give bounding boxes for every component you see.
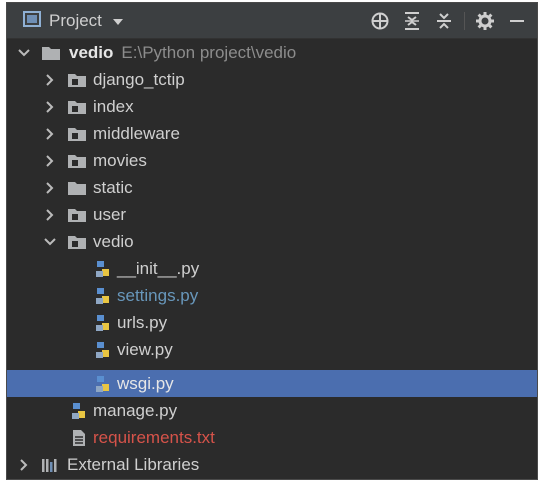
- folder-icon: [41, 43, 61, 63]
- tree-item-label: movies: [93, 150, 147, 170]
- tree-item-label: vedio: [93, 231, 134, 251]
- tree-item-label: static: [93, 177, 133, 197]
- library-icon: [41, 455, 61, 475]
- tree-folder-index[interactable]: index: [7, 93, 537, 120]
- text-file-icon: [69, 428, 89, 448]
- tree-item-label: django_tctip: [93, 69, 185, 89]
- tree-item-label: settings.py: [117, 285, 199, 305]
- package-folder-icon: [67, 151, 87, 171]
- python-file-icon: [93, 286, 113, 306]
- package-folder-icon: [67, 232, 87, 252]
- tree-item-label: External Libraries: [67, 454, 200, 474]
- tree-item-label: __init__.py: [117, 258, 200, 278]
- tree-folder-vedio[interactable]: vedio: [7, 228, 537, 255]
- tree-item-label: requirements.txt: [93, 427, 215, 447]
- project-toolbar: Project: [7, 3, 537, 39]
- tree-folder-middleware[interactable]: middleware: [7, 120, 537, 147]
- expand-all-icon[interactable]: [400, 9, 424, 33]
- minimize-icon[interactable]: [505, 9, 529, 33]
- chevron-down-icon[interactable]: [43, 235, 57, 249]
- tree-folder-movies[interactable]: movies: [7, 147, 537, 174]
- tree-item-label: view.py: [117, 339, 173, 359]
- tree-item-label: manage.py: [93, 400, 178, 420]
- tree-file-view[interactable]: view.py: [7, 336, 537, 363]
- tree-file-settings[interactable]: settings.py: [7, 282, 537, 309]
- project-view-icon: [23, 10, 41, 32]
- chevron-right-icon[interactable]: [17, 458, 31, 472]
- tree-item-label: user: [93, 204, 127, 224]
- python-file-icon: [69, 401, 89, 421]
- tree-file-manage[interactable]: manage.py: [7, 397, 537, 424]
- tree-item-label: index: [93, 96, 134, 116]
- chevron-right-icon[interactable]: [43, 208, 57, 222]
- tree-item-label: middleware: [93, 123, 180, 143]
- tree-file-urls[interactable]: urls.py: [7, 309, 537, 336]
- crosshair-icon[interactable]: [368, 9, 392, 33]
- tree-root-path: E:\Python project\vedio: [121, 42, 297, 62]
- folder-icon: [67, 178, 87, 198]
- toolbar-separator: [464, 12, 465, 30]
- tree-file-init[interactable]: __init__.py: [7, 255, 537, 282]
- tree-root-label: vedio: [69, 42, 114, 62]
- tree-folder-django-tctip[interactable]: django_tctip: [7, 66, 537, 93]
- chevron-right-icon[interactable]: [43, 73, 57, 87]
- tree-root-vedio[interactable]: vedio E:\Python project\vedio: [7, 39, 537, 66]
- tree-item-label: wsgi.py: [117, 373, 174, 393]
- tree-folder-static[interactable]: static: [7, 174, 537, 201]
- python-file-icon: [93, 313, 113, 333]
- chevron-right-icon[interactable]: [43, 181, 57, 195]
- package-folder-icon: [67, 70, 87, 90]
- project-tool-window: Project vedio E:\Python project\vedio dj…: [6, 2, 538, 480]
- chevron-down-icon[interactable]: [112, 11, 124, 31]
- tree-folder-user[interactable]: user: [7, 201, 537, 228]
- chevron-right-icon[interactable]: [43, 154, 57, 168]
- gear-icon[interactable]: [473, 9, 497, 33]
- tree-file-wsgi[interactable]: wsgi.py: [7, 370, 537, 397]
- chevron-right-icon[interactable]: [43, 127, 57, 141]
- package-folder-icon: [67, 124, 87, 144]
- tree-item-label: urls.py: [117, 312, 168, 332]
- python-file-icon: [93, 340, 113, 360]
- project-view-selector[interactable]: Project: [23, 9, 124, 33]
- package-folder-icon: [67, 205, 87, 225]
- chevron-down-icon[interactable]: [17, 46, 31, 60]
- python-file-icon: [93, 374, 113, 394]
- package-folder-icon: [67, 97, 87, 117]
- tree-external-libraries[interactable]: External Libraries: [7, 451, 537, 478]
- collapse-all-icon[interactable]: [432, 9, 456, 33]
- chevron-right-icon[interactable]: [43, 100, 57, 114]
- tree-file-requirements[interactable]: requirements.txt: [7, 424, 537, 451]
- python-file-icon: [93, 259, 113, 279]
- project-title: Project: [49, 11, 102, 30]
